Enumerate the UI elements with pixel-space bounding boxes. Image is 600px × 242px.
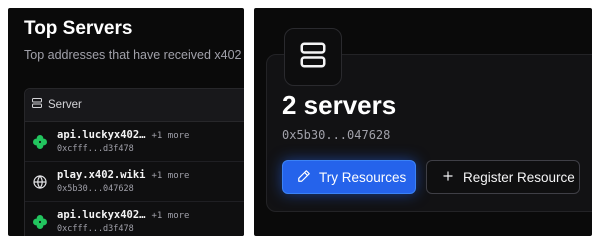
server-stack-icon bbox=[31, 96, 43, 114]
more-badge: +1 more bbox=[151, 171, 190, 181]
server-address: 0xcfff...d3f478 bbox=[57, 144, 134, 154]
clover-icon bbox=[31, 133, 49, 151]
panel-subtitle: Top addresses that have received x402 bbox=[24, 48, 242, 62]
column-header-server: Server bbox=[48, 99, 82, 111]
server-address: 0xcfff...d3f478 bbox=[57, 224, 134, 234]
more-badge: +1 more bbox=[151, 211, 190, 221]
server-icon-box bbox=[284, 28, 342, 86]
server-domain[interactable]: api.luckyx402… bbox=[57, 209, 146, 221]
server-detail-panel: 2 servers 0x5b30...047628 Try Resources … bbox=[254, 8, 592, 236]
try-resources-label: Try Resources bbox=[319, 169, 407, 185]
pencil-icon bbox=[297, 169, 311, 186]
servers-table: Server api.luckyx402… +1 more 0xcfff...d… bbox=[24, 88, 244, 236]
globe-icon bbox=[31, 173, 49, 191]
table-row[interactable]: api.luckyx402… +1 more 0xcfff...d3f478 bbox=[25, 202, 244, 236]
table-header: Server bbox=[25, 89, 244, 122]
register-resource-button[interactable]: Register Resource bbox=[426, 160, 580, 194]
top-servers-panel: Top Servers Top addresses that have rece… bbox=[8, 8, 244, 236]
table-row[interactable]: api.luckyx402… +1 more 0xcfff...d3f478 bbox=[25, 122, 244, 162]
wallet-address: 0x5b30...047628 bbox=[282, 128, 391, 142]
register-resource-label: Register Resource bbox=[463, 169, 575, 185]
plus-icon bbox=[441, 169, 455, 186]
table-row[interactable]: play.x402.wiki +1 more 0x5b30...047628 bbox=[25, 162, 244, 202]
panel-title: Top Servers bbox=[24, 18, 133, 39]
server-domain[interactable]: play.x402.wiki bbox=[57, 169, 146, 181]
server-stack-icon bbox=[298, 40, 328, 75]
server-count: 2 servers bbox=[282, 90, 397, 120]
more-badge: +1 more bbox=[151, 131, 190, 141]
server-address: 0x5b30...047628 bbox=[57, 184, 134, 194]
clover-icon bbox=[31, 213, 49, 231]
try-resources-button[interactable]: Try Resources bbox=[282, 160, 416, 194]
server-domain[interactable]: api.luckyx402… bbox=[57, 129, 146, 141]
